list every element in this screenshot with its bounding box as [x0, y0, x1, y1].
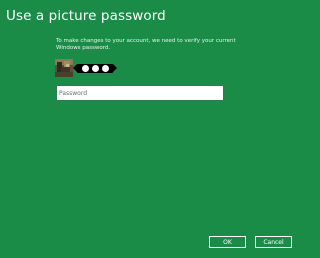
mask-dot — [81, 64, 89, 72]
mask-dot — [91, 64, 99, 72]
user-avatar — [55, 59, 73, 77]
user-photo-icon — [55, 59, 73, 77]
ok-button[interactable]: OK — [209, 236, 246, 248]
cancel-button[interactable]: Cancel — [255, 236, 292, 248]
password-input[interactable] — [56, 85, 224, 101]
mask-dot — [101, 64, 109, 72]
masked-username — [73, 63, 117, 73]
instructions-text: To make changes to your account, we need… — [56, 38, 236, 51]
dialog-title: Use a picture password — [6, 8, 166, 24]
account-row — [55, 59, 117, 77]
